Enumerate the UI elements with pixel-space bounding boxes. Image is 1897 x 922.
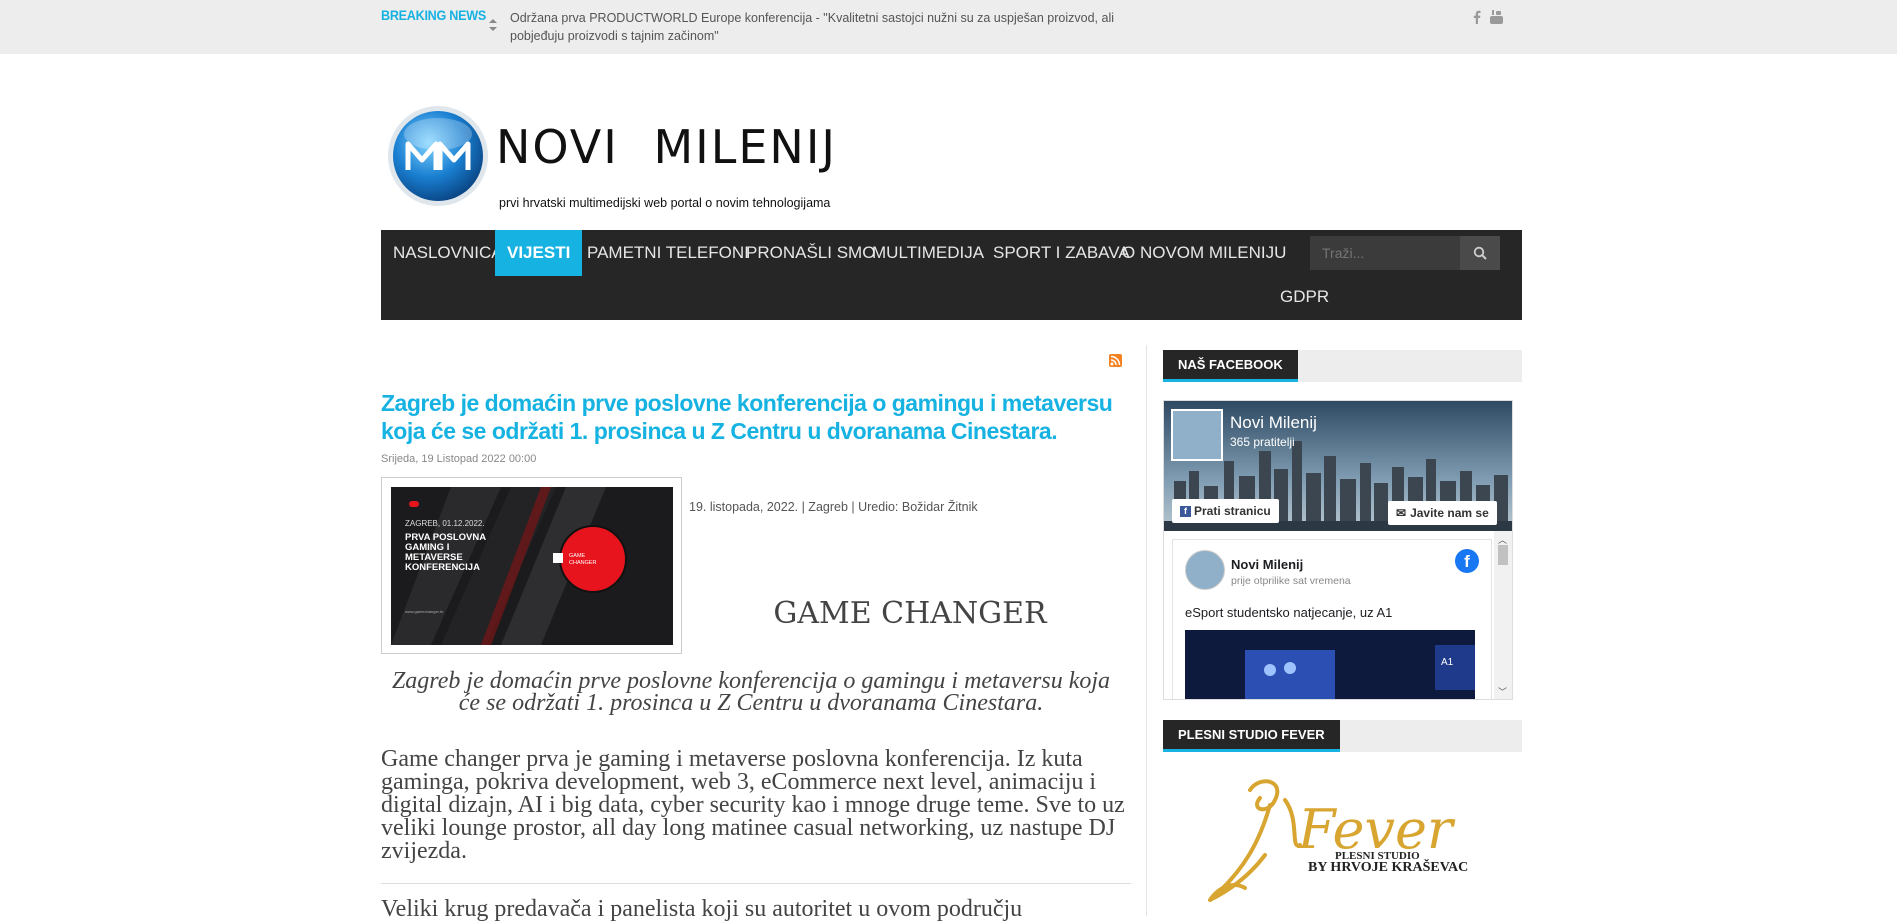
- site-logo-text[interactable]: NOVI MILENIJ: [496, 120, 837, 174]
- article-date: Srijeda, 19 Listopad 2022 00:00: [381, 453, 537, 465]
- facebook-post-image[interactable]: A1: [1185, 630, 1475, 700]
- breaking-news-bar: BREAKING NEWS Održana prva PRODUCTWORLD …: [0, 0, 1897, 54]
- follow-page-label: Prati stranicu: [1194, 504, 1271, 518]
- divider: [381, 883, 1131, 884]
- main-navigation: NASLOVNICA VIJESTI PAMETNI TELEFONI PRON…: [381, 230, 1522, 320]
- search-input[interactable]: [1310, 236, 1460, 270]
- article-title[interactable]: Zagreb je domaćin prve poslovne konferen…: [381, 389, 1121, 445]
- svg-text:CHANGER: CHANGER: [569, 560, 597, 566]
- facebook-post-text: eSport studentsko natjecanje, uz A1: [1185, 605, 1393, 620]
- breaking-news-label: BREAKING NEWS: [381, 7, 487, 23]
- studio-owner: BY HRVOJE KRAŠEVAC: [1308, 860, 1469, 875]
- scrollbar[interactable]: ︿ ﹀: [1494, 531, 1512, 699]
- youtube-icon[interactable]: [1490, 10, 1503, 27]
- studio-widget-title: PLESNI STUDIO FEVER: [1163, 720, 1340, 752]
- article-meta: 19. listopada, 2022. | Zagreb | Uredio: …: [689, 500, 978, 514]
- facebook-icon[interactable]: [1473, 10, 1481, 27]
- svg-text:A1: A1: [1441, 657, 1454, 668]
- follow-page-button[interactable]: f Prati stranicu: [1172, 499, 1279, 523]
- nav-item-pametni-telefoni[interactable]: PAMETNI TELEFONI: [575, 230, 761, 276]
- send-message-button[interactable]: ✉ Javite nam se: [1388, 501, 1497, 525]
- facebook-followers: 365 pratitelji: [1230, 435, 1295, 449]
- article-body-paragraph: Game changer prva je gaming i metaverse …: [381, 746, 1125, 864]
- thumb-date: ZAGREB, 01.12.2022.: [405, 519, 485, 528]
- article-body-paragraph: Veliki krug predavača i panelista koji s…: [381, 896, 1023, 922]
- svg-text:GAME: GAME: [569, 553, 586, 559]
- svg-text:www.gamechanger.hr: www.gamechanger.hr: [405, 609, 444, 614]
- studio-widget-header: PLESNI STUDIO FEVER: [1163, 720, 1522, 752]
- scroll-down-icon[interactable]: ﹀: [1498, 685, 1507, 698]
- breaking-news-ticker[interactable]: Održana prva PRODUCTWORLD Europe konfere…: [510, 9, 1130, 45]
- facebook-page-name[interactable]: Novi Milenij: [1230, 413, 1317, 433]
- facebook-post-time[interactable]: prije otprilike sat vremena: [1231, 575, 1351, 587]
- facebook-logo-icon[interactable]: f: [1455, 549, 1479, 573]
- search-button[interactable]: [1460, 236, 1500, 270]
- plesni-studio-fever-logo[interactable]: Fever: [1190, 770, 1500, 910]
- rss-icon[interactable]: [1109, 354, 1122, 367]
- article-image[interactable]: GAME CHANGER www.gamechanger.hr ZAGREB, …: [381, 477, 682, 654]
- facebook-post[interactable]: Novi Milenij prije otprilike sat vremena…: [1172, 539, 1492, 700]
- facebook-widget-title: NAŠ FACEBOOK: [1163, 350, 1298, 382]
- nav-item-o-novom-mileniju[interactable]: O NOVOM MILENIJU: [1110, 230, 1298, 276]
- avatar: [1185, 550, 1225, 590]
- envelope-icon: ✉: [1396, 506, 1407, 520]
- search-icon: [1473, 246, 1487, 260]
- site-tagline: prvi hrvatski multimedijski web portal o…: [499, 196, 831, 210]
- article-heading: GAME CHANGER: [773, 596, 1047, 631]
- article-lead: Zagreb je domaćin prve poslovne konferen…: [391, 668, 1111, 716]
- nav-item-multimedija[interactable]: MULTIMEDIJA: [860, 230, 996, 276]
- site-logo-emblem[interactable]: [386, 104, 490, 208]
- scroll-thumb[interactable]: [1498, 545, 1508, 565]
- thumb-headline: PRVA POSLOVNA GAMING I METAVERSE KONFERE…: [405, 532, 486, 573]
- nav-item-vijesti[interactable]: VIJESTI: [495, 230, 583, 276]
- nav-item-gdpr[interactable]: GDPR: [1268, 274, 1341, 320]
- article-image-graphic: GAME CHANGER www.gamechanger.hr ZAGREB, …: [391, 487, 673, 645]
- facebook-square-icon: f: [1180, 506, 1191, 518]
- ticker-arrows-icon[interactable]: [487, 18, 499, 32]
- facebook-page-plugin[interactable]: Novi Milenij 365 pratitelji f Prati stran…: [1163, 400, 1513, 700]
- facebook-widget-header: NAŠ FACEBOOK: [1163, 350, 1522, 382]
- facebook-post-author[interactable]: Novi Milenij: [1231, 557, 1303, 572]
- column-divider: [1146, 345, 1147, 916]
- send-message-label: Javite nam se: [1410, 506, 1489, 520]
